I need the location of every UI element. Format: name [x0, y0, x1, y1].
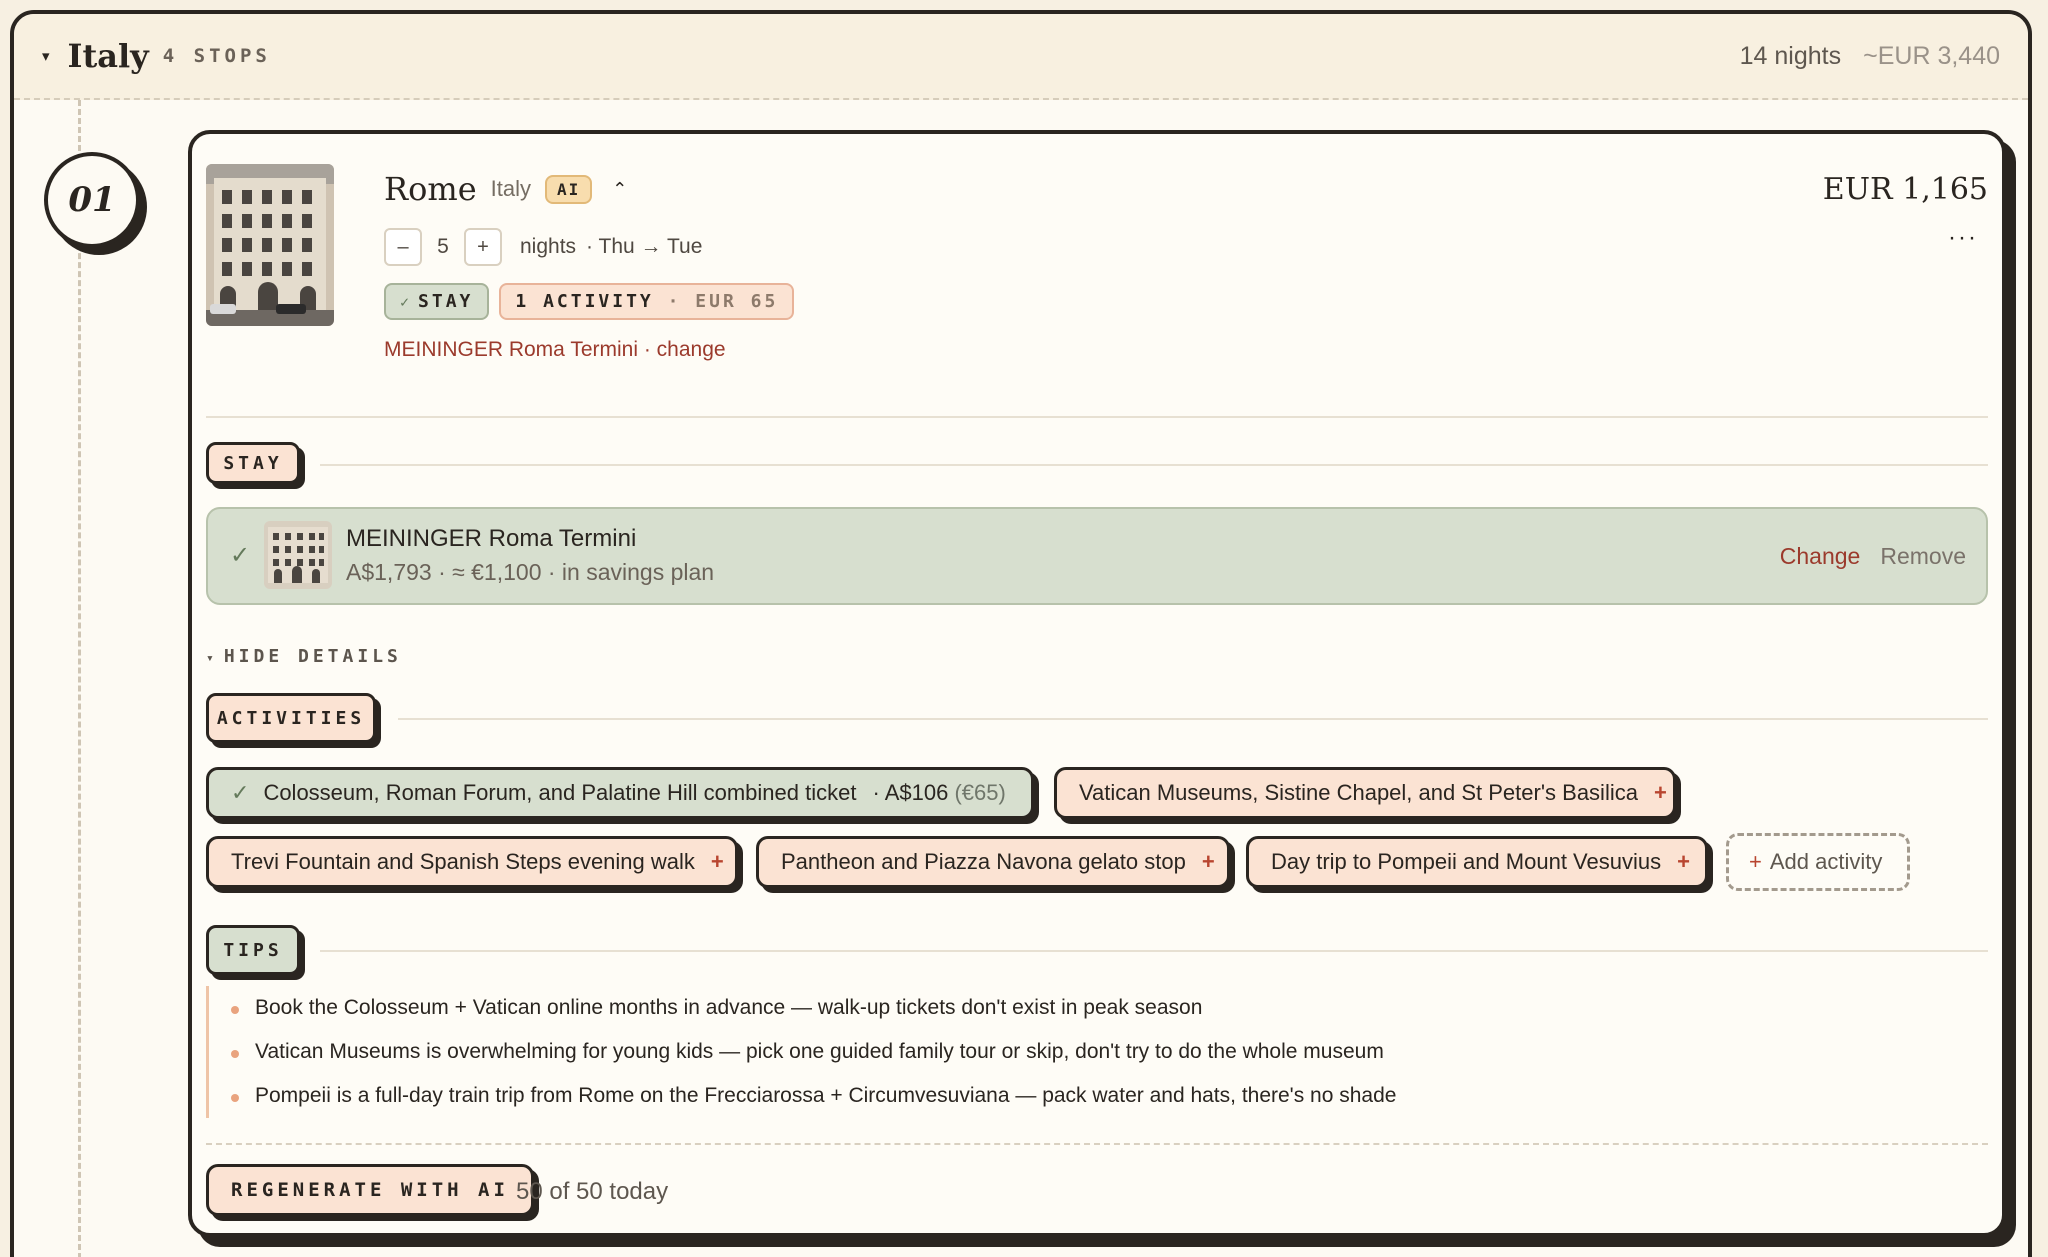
check-icon: ✓ — [231, 780, 250, 805]
change-hotel-button[interactable]: Change — [1780, 543, 1861, 570]
city-country: Italy — [490, 176, 531, 201]
divider — [206, 1143, 1988, 1145]
tip-item: Vatican Museums is overwhelming for youn… — [231, 1030, 1396, 1074]
chevron-up-icon[interactable]: ⌃ — [612, 179, 627, 200]
tip-item: Pompeii is a full-day train trip from Ro… — [231, 1074, 1396, 1118]
plus-icon: + — [1201, 849, 1215, 874]
activity-chip-selected[interactable]: ✓ Colosseum, Roman Forum, and Palatine H… — [206, 767, 1034, 819]
more-options-icon[interactable]: ··· — [1948, 224, 1978, 252]
check-icon: ✓ — [230, 542, 251, 569]
activity-price: · A$106 (€65) — [872, 780, 1006, 805]
plus-icon: + — [1749, 849, 1762, 874]
day-range: · Thu → Tue — [586, 235, 703, 258]
stop-card: Rome Italy AI ⌃ – 5 + nights · Thu → Tue… — [188, 130, 2006, 1237]
bullet-icon — [231, 1094, 239, 1102]
timeline-line — [78, 100, 81, 1257]
nights-increase-button[interactable]: + — [464, 228, 502, 266]
activity-label: Vatican Museums, Sistine Chapel, and St … — [1079, 780, 1638, 805]
country-title: Italy — [67, 37, 149, 75]
building-image-icon — [206, 164, 334, 326]
activity-label: Pantheon and Piazza Navona gelato stop — [781, 849, 1186, 874]
plus-icon: + — [710, 849, 724, 874]
hotel-change-link[interactable]: MEININGER Roma Termini · change — [384, 338, 726, 362]
add-activity-button[interactable]: + Add activity — [1726, 833, 1910, 891]
plus-icon: + — [1653, 780, 1667, 805]
stop-number-badge: 01 — [44, 152, 140, 248]
activity-label: Colosseum, Roman Forum, and Palatine Hil… — [263, 780, 857, 805]
stay-status-tag: ✓ STAY — [384, 283, 490, 320]
nights-value: 5 — [437, 235, 449, 258]
divider — [206, 416, 1988, 418]
country-header[interactable]: ▾ Italy 4 STOPS 14 nights ~EUR 3,440 — [14, 14, 2028, 100]
bullet-icon — [231, 1006, 239, 1014]
tips-section-label: TIPS — [206, 925, 300, 975]
regenerate-ai-button[interactable]: REGENERATE WITH AI — [206, 1164, 534, 1216]
tip-item: Book the Colosseum + Vatican online mont… — [231, 986, 1396, 1030]
activity-chip[interactable]: Pantheon and Piazza Navona gelato stop + — [756, 836, 1230, 888]
collapse-caret-icon[interactable]: ▾ — [42, 47, 50, 65]
section-line — [320, 950, 1988, 952]
activity-chip[interactable]: Vatican Museums, Sistine Chapel, and St … — [1054, 767, 1676, 819]
stay-card: ✓ MEININGER Roma Termini A$1,793 · ≈ €1,… — [206, 507, 1988, 605]
bullet-icon — [231, 1050, 239, 1058]
city-name: Rome — [384, 170, 477, 208]
hotel-thumbnail — [264, 521, 332, 589]
country-card: ▾ Italy 4 STOPS 14 nights ~EUR 3,440 01 — [10, 10, 2032, 1257]
city-thumbnail — [206, 164, 334, 326]
remove-hotel-button[interactable]: Remove — [1880, 543, 1966, 570]
hotel-name: MEININGER Roma Termini — [346, 525, 637, 552]
stops-count: 4 STOPS — [162, 45, 271, 67]
activity-chip[interactable]: Trevi Fountain and Spanish Steps evening… — [206, 836, 738, 888]
stay-section-label: STAY — [206, 442, 300, 484]
activity-label: Trevi Fountain and Spanish Steps evening… — [231, 849, 695, 874]
tips-list: Book the Colosseum + Vatican online mont… — [206, 986, 1396, 1118]
hotel-price-info: A$1,793 · ≈ €1,100 · in savings plan — [346, 559, 715, 585]
ai-badge: AI — [545, 174, 593, 204]
nights-decrease-button[interactable]: – — [384, 228, 422, 266]
activities-section-label: ACTIVITIES — [206, 693, 376, 743]
caret-down-icon: ▾ — [206, 651, 218, 666]
section-line — [398, 718, 1988, 720]
activity-label: Day trip to Pompeii and Mount Vesuvius — [1271, 849, 1662, 874]
section-line — [320, 464, 1988, 466]
check-icon: ✓ — [400, 293, 413, 311]
activity-status-tag: 1 ACTIVITY · EUR 65 — [499, 283, 795, 320]
regenerate-count: 50 of 50 today — [516, 1178, 669, 1205]
total-cost: ~EUR 3,440 — [1863, 41, 2000, 70]
stop-price: EUR 1,165 — [1822, 172, 1988, 207]
activity-chip[interactable]: Day trip to Pompeii and Mount Vesuvius + — [1246, 836, 1708, 888]
hide-details-toggle[interactable]: ▾ HIDE DETAILS — [206, 646, 402, 667]
plus-icon: + — [1677, 849, 1690, 874]
total-nights: 14 nights — [1739, 41, 1842, 70]
nights-label: nights — [520, 235, 577, 258]
